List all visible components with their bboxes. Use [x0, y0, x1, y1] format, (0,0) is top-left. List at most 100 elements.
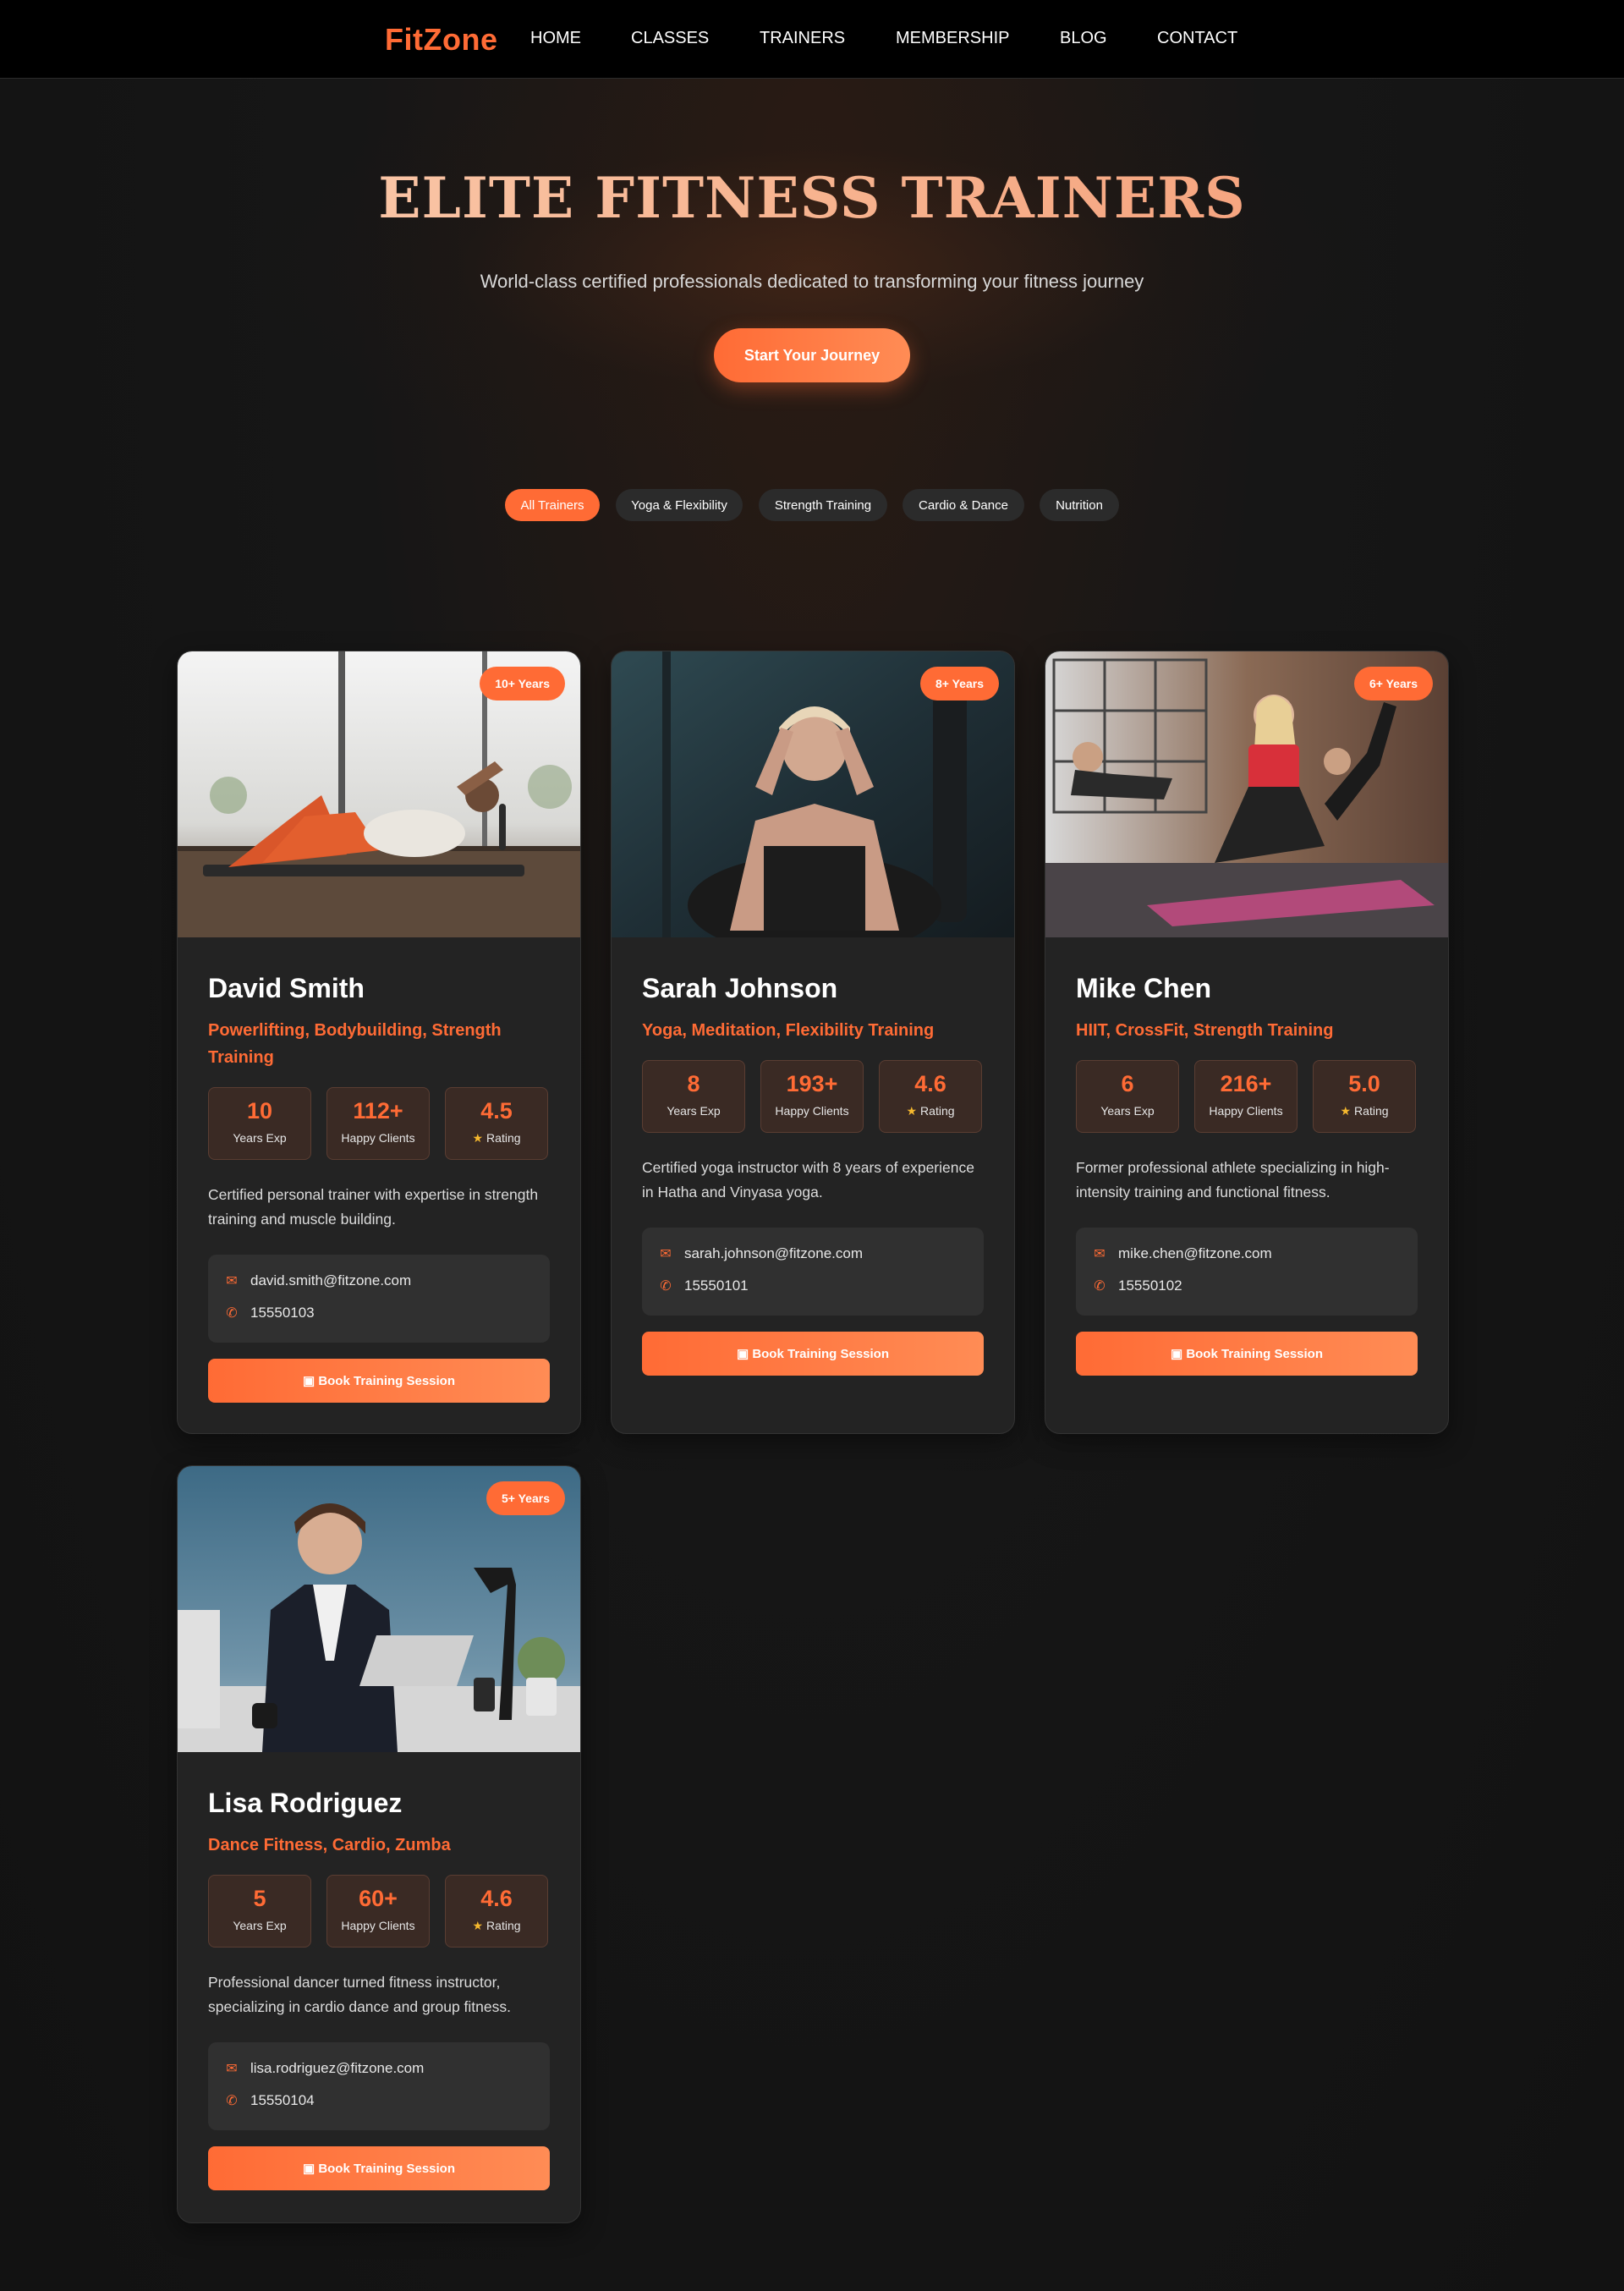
stat-value: 4.5	[480, 1098, 513, 1124]
phone-row[interactable]: ✆ 15550102	[1091, 1277, 1182, 1294]
email-text: lisa.rodriguez@fitzone.com	[250, 2060, 425, 2076]
stat-label: ★ Rating	[1314, 1104, 1415, 1118]
phone-row[interactable]: ✆ 15550101	[657, 1277, 749, 1294]
nav-trainers[interactable]: TRAINERS	[760, 29, 845, 48]
phone-icon: ✆	[660, 1279, 672, 1294]
filter-yoga-flexibility[interactable]: Yoga & Flexibility	[616, 489, 743, 521]
phone-icon: ✆	[1094, 1279, 1106, 1294]
book-session-button[interactable]: ▣ Book Training Session	[1076, 1332, 1418, 1376]
stat-years: 5 Years Exp	[208, 1875, 311, 1948]
stat-value: 4.6	[480, 1886, 513, 1911]
contact-box: ✉ sarah.johnson@fitzone.com ✆ 15550101	[642, 1228, 984, 1316]
filter-all-trainers[interactable]: All Trainers	[505, 489, 600, 521]
star-icon: ★	[1340, 1104, 1352, 1118]
stat-label: Happy Clients	[775, 1104, 849, 1118]
experience-badge: 6+ Years	[1354, 667, 1433, 700]
nav-membership[interactable]: MEMBERSHIP	[896, 29, 1009, 48]
stat-clients: 112+ Happy Clients	[326, 1087, 430, 1160]
experience-badge: 5+ Years	[486, 1481, 565, 1515]
rating-label: Rating	[1354, 1104, 1389, 1118]
nav-classes[interactable]: CLASSES	[631, 29, 709, 48]
book-session-button[interactable]: ▣ Book Training Session	[208, 2146, 550, 2190]
phone-text: 15550104	[250, 2092, 315, 2108]
start-journey-button[interactable]: Start Your Journey	[714, 328, 910, 382]
trainer-name: Sarah Johnson	[642, 973, 838, 1003]
book-session-button[interactable]: ▣ Book Training Session	[642, 1332, 984, 1376]
stat-label: ★ Rating	[446, 1919, 547, 1933]
email-row[interactable]: ✉ sarah.johnson@fitzone.com	[657, 1245, 863, 1262]
star-icon: ★	[472, 1919, 484, 1932]
stat-label: Happy Clients	[341, 1131, 415, 1145]
book-label: Book Training Session	[752, 1347, 890, 1361]
stat-value: 112+	[353, 1098, 403, 1124]
top-navbar: FitZone HOME CLASSES TRAINERS MEMBERSHIP…	[0, 0, 1624, 79]
stat-years: 10 Years Exp	[208, 1087, 311, 1160]
contact-box: ✉ lisa.rodriguez@fitzone.com ✆ 15550104	[208, 2042, 550, 2130]
trainer-name: Mike Chen	[1076, 973, 1212, 1003]
nav-blog[interactable]: BLOG	[1060, 29, 1107, 48]
stat-rating: 4.6 ★ Rating	[879, 1060, 982, 1133]
brand-logo[interactable]: FitZone	[385, 22, 497, 58]
stat-value: 193+	[786, 1071, 838, 1096]
email-row[interactable]: ✉ lisa.rodriguez@fitzone.com	[223, 2060, 424, 2077]
book-label: Book Training Session	[318, 2162, 456, 2176]
stat-value: 10	[246, 1098, 273, 1124]
trainer-card: 6+ Years Mike Chen HIIT, CrossFit, Stren…	[1045, 651, 1449, 1434]
book-label: Book Training Session	[1186, 1347, 1324, 1361]
rating-label: Rating	[920, 1104, 955, 1118]
trainer-bio: Certified yoga instructor with 8 years o…	[642, 1159, 974, 1200]
stat-rating: 4.6 ★ Rating	[445, 1875, 548, 1948]
envelope-icon: ✉	[660, 1247, 672, 1261]
phone-row[interactable]: ✆ 15550103	[223, 1305, 314, 1321]
stat-label: ★ Rating	[446, 1131, 547, 1146]
calendar-icon: ▣	[302, 2162, 319, 2176]
stat-label: Years Exp	[233, 1131, 287, 1145]
phone-text: 15550101	[684, 1277, 749, 1294]
contact-box: ✉ david.smith@fitzone.com ✆ 15550103	[208, 1255, 550, 1343]
stat-label: ★ Rating	[880, 1104, 981, 1118]
star-icon: ★	[906, 1104, 918, 1118]
stat-clients: 60+ Happy Clients	[326, 1875, 430, 1948]
trainer-specialties: HIIT, CrossFit, Strength Training	[1076, 1021, 1334, 1040]
book-session-button[interactable]: ▣ Book Training Session	[208, 1359, 550, 1403]
email-text: mike.chen@fitzone.com	[1118, 1245, 1272, 1261]
trainer-specialties: Yoga, Meditation, Flexibility Training	[642, 1021, 935, 1040]
nav-home[interactable]: HOME	[530, 29, 581, 48]
hero-title: ELITE FITNESS TRAINERS	[0, 165, 1624, 231]
rating-label: Rating	[486, 1131, 521, 1145]
stat-value: 5.0	[1348, 1071, 1380, 1096]
trainer-name: Lisa Rodriguez	[208, 1788, 403, 1818]
email-text: sarah.johnson@fitzone.com	[684, 1245, 863, 1261]
calendar-icon: ▣	[736, 1347, 753, 1361]
phone-icon: ✆	[226, 2094, 238, 2108]
email-text: david.smith@fitzone.com	[250, 1272, 412, 1288]
star-icon: ★	[472, 1131, 484, 1145]
phone-row[interactable]: ✆ 15550104	[223, 2092, 315, 2109]
stat-value: 4.6	[914, 1071, 946, 1096]
stat-label: Happy Clients	[341, 1919, 415, 1932]
stat-years: 8 Years Exp	[642, 1060, 745, 1133]
hero-background	[254, 79, 1370, 459]
stat-value: 60+	[359, 1886, 398, 1911]
hero-subtitle: World-class certified professionals dedi…	[480, 271, 1144, 292]
email-row[interactable]: ✉ david.smith@fitzone.com	[223, 1272, 411, 1289]
stat-years: 6 Years Exp	[1076, 1060, 1179, 1133]
trainer-bio: Former professional athlete specializing…	[1076, 1159, 1390, 1200]
envelope-icon: ✉	[1094, 1247, 1106, 1261]
filter-nutrition[interactable]: Nutrition	[1040, 489, 1119, 521]
trainer-name: David Smith	[208, 973, 365, 1003]
filter-strength-training[interactable]: Strength Training	[759, 489, 887, 521]
stat-label: Years Exp	[667, 1104, 721, 1118]
nav-contact[interactable]: CONTACT	[1157, 29, 1237, 48]
phone-icon: ✆	[226, 1306, 238, 1321]
trainer-specialties: Dance Fitness, Cardio, Zumba	[208, 1836, 451, 1854]
trainer-card: 8+ Years Sarah Johnson Yoga, Meditation,…	[611, 651, 1015, 1434]
email-row[interactable]: ✉ mike.chen@fitzone.com	[1091, 1245, 1272, 1262]
filter-cardio-dance[interactable]: Cardio & Dance	[903, 489, 1024, 521]
trainer-specialties: Powerlifting, Bodybuilding, Strength Tra…	[208, 1021, 502, 1067]
rating-label: Rating	[486, 1919, 521, 1932]
stat-label: Years Exp	[1100, 1104, 1155, 1118]
stat-clients: 193+ Happy Clients	[760, 1060, 864, 1133]
stat-label: Happy Clients	[1209, 1104, 1283, 1118]
stat-value: 8	[687, 1071, 700, 1096]
